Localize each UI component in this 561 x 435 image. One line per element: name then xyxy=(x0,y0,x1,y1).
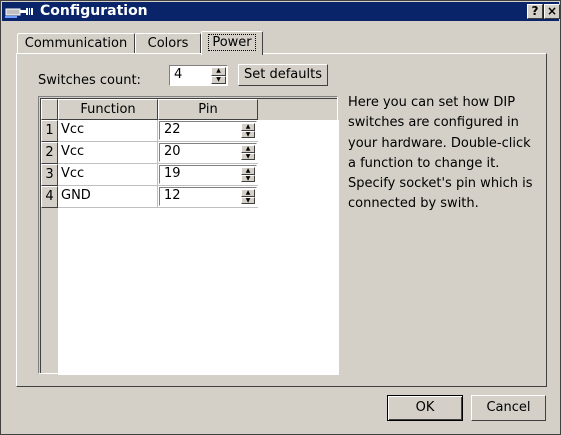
configuration-window: Configuration ? × Communication Colors P… xyxy=(0,0,561,435)
ok-button[interactable]: OK xyxy=(387,395,463,421)
spin-up-icon[interactable]: ▲ xyxy=(211,67,226,76)
help-button[interactable]: ? xyxy=(527,4,543,19)
app-icon xyxy=(5,8,33,18)
title-bar[interactable]: Configuration ? × xyxy=(2,2,560,21)
tab-communication[interactable]: Communication xyxy=(17,33,135,55)
power-tab-panel xyxy=(16,53,547,387)
cancel-button[interactable]: Cancel xyxy=(471,395,546,421)
tab-colors[interactable]: Colors xyxy=(135,33,201,55)
tab-power[interactable]: Power xyxy=(201,31,263,55)
window-title: Configuration xyxy=(40,3,148,19)
close-button[interactable]: × xyxy=(544,4,560,19)
tab-power-label: Power xyxy=(208,34,256,51)
switches-count-spinbox[interactable]: 4 ▲ ▼ xyxy=(169,65,228,86)
spin-down-icon[interactable]: ▼ xyxy=(211,75,226,84)
set-defaults-button[interactable]: Set defaults xyxy=(238,64,328,86)
switches-count-value[interactable]: 4 xyxy=(174,67,182,82)
